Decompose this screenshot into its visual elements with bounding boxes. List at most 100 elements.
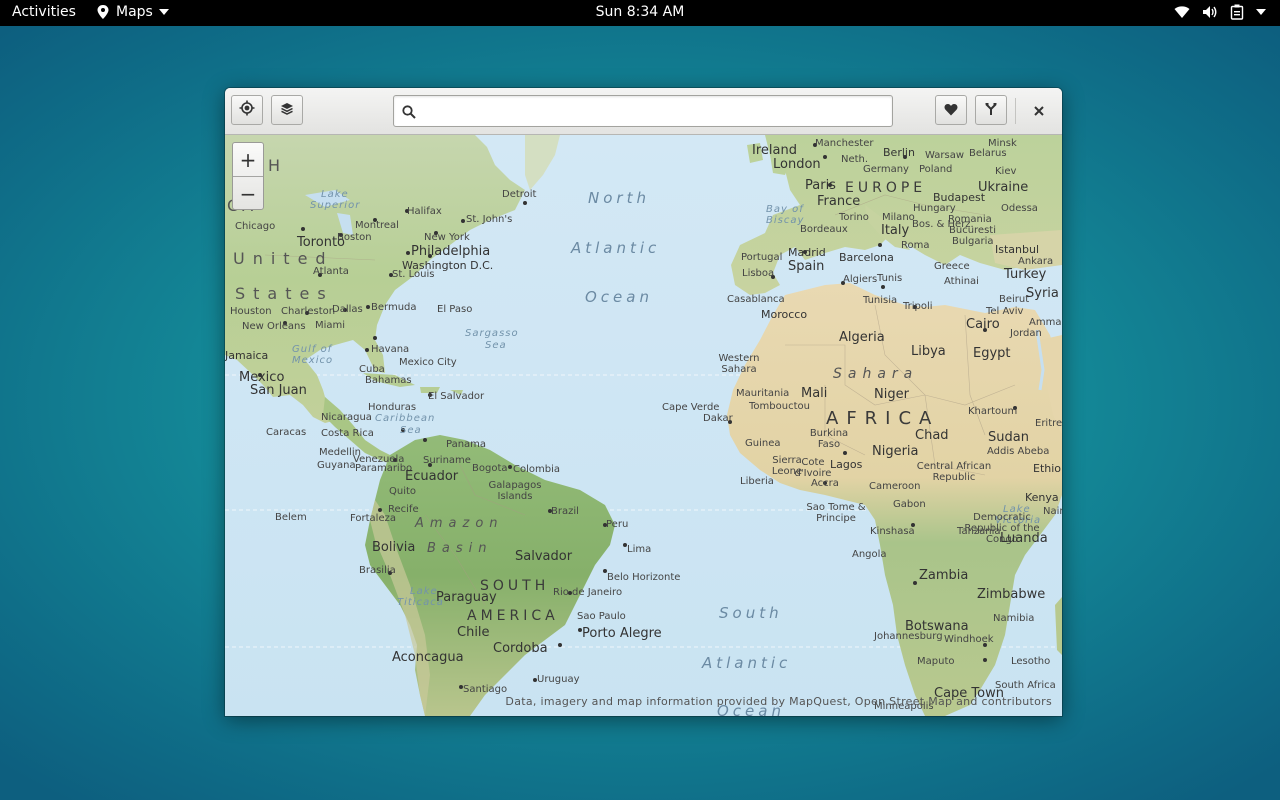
route-button[interactable] xyxy=(975,95,1007,125)
search-icon xyxy=(402,104,416,123)
region-label: Amazon xyxy=(415,516,504,531)
place-label: Zimbabwe xyxy=(977,587,1046,602)
place-label: Sudan xyxy=(988,430,1029,445)
zoom-out-button[interactable]: − xyxy=(233,177,263,210)
place-label: Bordeaux xyxy=(800,224,848,235)
place-label: Bolivia xyxy=(372,540,416,555)
volume-icon xyxy=(1202,5,1218,19)
place-label: Mauritania xyxy=(736,388,790,399)
ocean-label: Ocean xyxy=(585,288,653,306)
place-label: Tunisia xyxy=(863,295,898,306)
continent-label: EUROPE xyxy=(845,180,927,196)
ocean-label: Atlantic xyxy=(571,239,661,257)
place-label: Niger xyxy=(874,387,909,402)
place-label: Warsaw xyxy=(925,150,965,161)
region-label: United xyxy=(233,249,334,268)
sea-label: Sea xyxy=(400,425,422,436)
place-label: Jamaica xyxy=(225,349,269,362)
place-label: Windhoek xyxy=(944,634,994,645)
place-label: Cape Verde xyxy=(662,402,720,413)
place-label: Odessa xyxy=(1001,203,1038,214)
place-label: Nicaragua xyxy=(321,412,372,423)
place-label: Germany xyxy=(863,164,909,175)
place-label: Nigeria xyxy=(872,444,919,459)
place-label: St. John's xyxy=(466,214,513,225)
place-label: El Salvador xyxy=(428,391,485,402)
place-label: Bermuda xyxy=(371,302,417,313)
system-menu[interactable] xyxy=(1174,4,1266,20)
place-label: Kenya xyxy=(1025,491,1059,504)
place-label: Ireland xyxy=(752,143,797,158)
place-label: Egypt xyxy=(973,346,1011,361)
place-label: Minsk xyxy=(988,138,1017,149)
sea-label: Superior xyxy=(310,200,361,211)
my-location-button[interactable] xyxy=(231,95,263,125)
place-label: Cairo xyxy=(966,317,1000,332)
heart-icon xyxy=(944,101,958,120)
search-field[interactable] xyxy=(393,95,893,127)
place-label: Honduras xyxy=(368,402,417,413)
activities-button[interactable]: Activities xyxy=(12,4,76,20)
region-label: States xyxy=(235,284,334,303)
place-label: El Paso xyxy=(437,304,473,315)
place-label: Colombia xyxy=(513,464,560,475)
place-label: Miami xyxy=(315,320,346,331)
place-label: Guyana xyxy=(317,460,356,471)
place-label: Angola xyxy=(852,549,887,560)
map-attribution: Data, imagery and map information provid… xyxy=(505,695,1052,708)
map-layers-button[interactable] xyxy=(271,95,303,125)
place-label: Houston xyxy=(230,306,272,317)
place-label: Bulgaria xyxy=(952,236,994,247)
close-button[interactable] xyxy=(1025,96,1053,124)
zoom-control: + − xyxy=(232,142,264,210)
place-label: Liberia xyxy=(740,476,774,487)
place-label: Milano xyxy=(882,212,915,223)
sea-label: Bay of xyxy=(766,204,804,215)
zoom-in-button[interactable]: + xyxy=(233,143,263,177)
header-bar xyxy=(225,88,1062,135)
sea-label: Biscay xyxy=(766,215,805,226)
location-target-icon xyxy=(239,100,255,120)
place-label: Barcelona xyxy=(839,251,894,264)
place-label: France xyxy=(817,194,861,209)
place-label: Central African Republic xyxy=(916,461,992,483)
clock[interactable]: Sun 8:34 AM xyxy=(596,4,685,20)
sea-label: Mexico xyxy=(292,355,334,366)
place-label: Brasilia xyxy=(359,565,396,576)
place-label: Torino xyxy=(839,212,869,223)
place-label: Santiago xyxy=(463,684,508,695)
place-label: Ecuador xyxy=(405,469,459,484)
place-label: Cameroon xyxy=(869,481,921,492)
place-label: Poland xyxy=(919,164,953,175)
place-label: Italy xyxy=(881,223,910,238)
place-label: Recife xyxy=(388,504,419,515)
place-label: Salvador xyxy=(515,549,573,564)
place-label: Istanbul xyxy=(995,243,1040,256)
place-label: Ankara xyxy=(1018,256,1054,267)
place-label: Cordoba xyxy=(493,641,548,656)
place-label: Charleston xyxy=(281,306,336,317)
place-label: Gabon xyxy=(893,499,926,510)
place-label: Beirut xyxy=(999,294,1030,305)
favorites-button[interactable] xyxy=(935,95,967,125)
search-input[interactable] xyxy=(424,100,888,124)
map-view[interactable]: North Atlantic Ocean South Atlantic Ocea… xyxy=(225,135,1062,716)
app-menu[interactable]: Maps xyxy=(96,4,169,20)
place-label: Kiev xyxy=(995,166,1017,177)
close-icon xyxy=(1034,101,1044,120)
top-bar: Activities Maps Sun 8:34 AM xyxy=(0,0,1280,26)
place-label: Belo Horizonte xyxy=(607,572,681,583)
ocean-label: North xyxy=(588,189,650,207)
place-label: Mali xyxy=(801,386,828,401)
place-label: Belem xyxy=(275,512,307,523)
place-label: Addis Abeba xyxy=(987,446,1050,457)
sea-label: Sargasso xyxy=(465,328,519,339)
ocean-label: South xyxy=(719,604,783,622)
place-label: Turkey xyxy=(1004,267,1047,282)
place-label: Roma xyxy=(901,240,930,251)
place-label: Casablanca xyxy=(727,294,785,305)
place-label: Tunis xyxy=(877,273,903,284)
place-label: Luanda xyxy=(1000,531,1048,546)
place-label: Panama xyxy=(446,439,487,450)
sea-label: Lake xyxy=(321,189,349,200)
